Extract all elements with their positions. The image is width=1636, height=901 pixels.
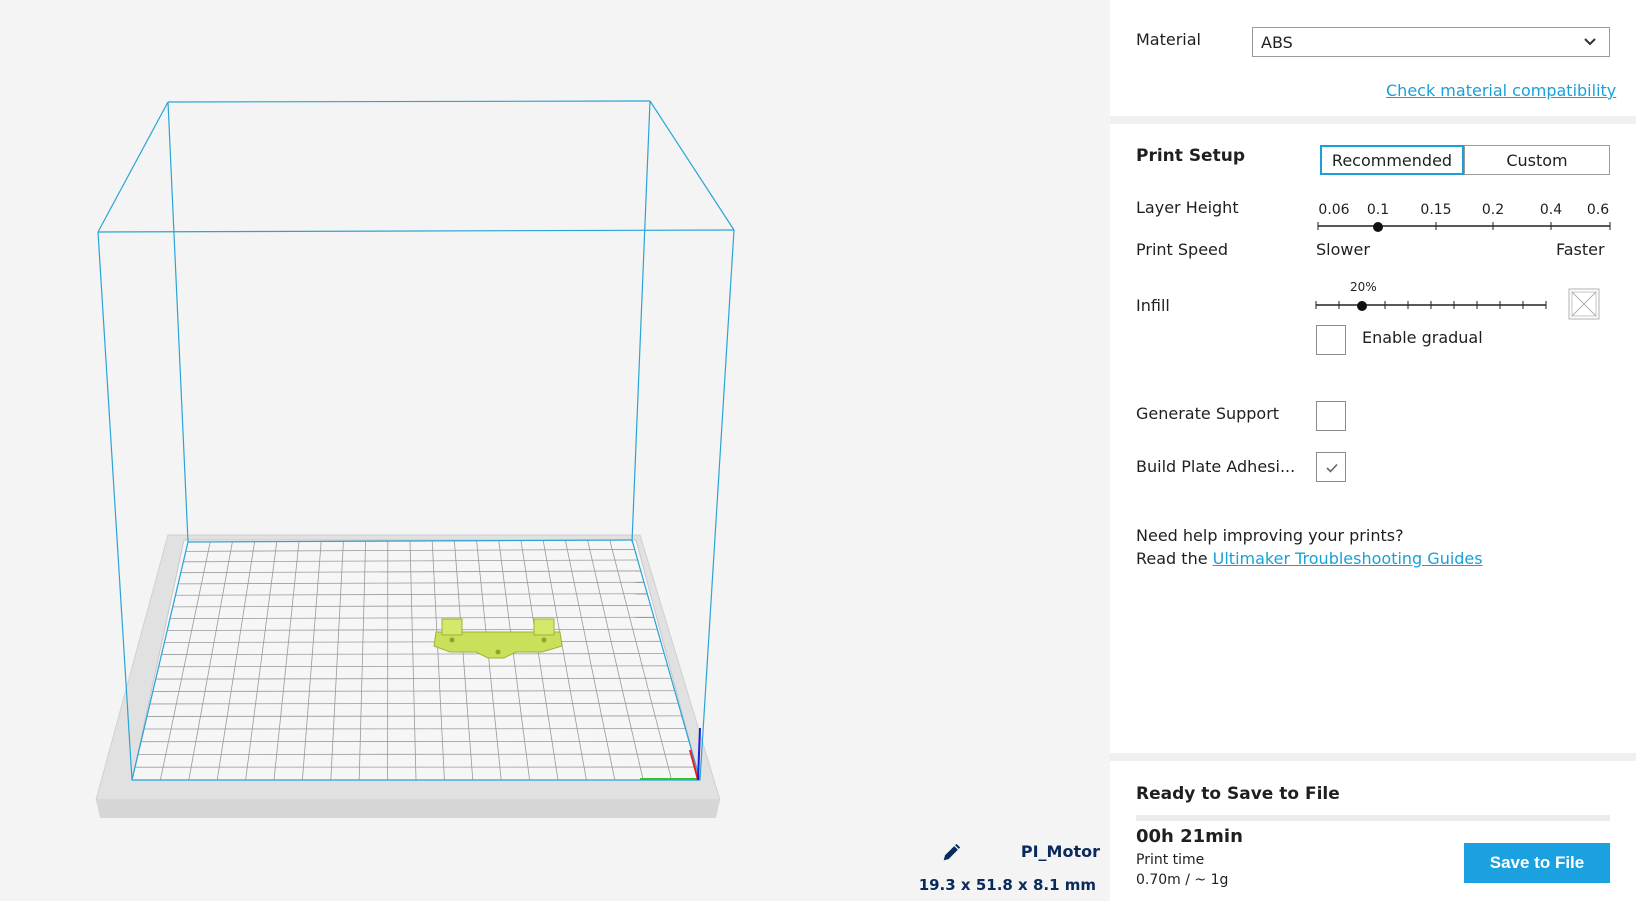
save-to-file-label: Save to File xyxy=(1489,853,1585,872)
chevron-down-icon xyxy=(1584,38,1596,46)
print-time-label: Print time xyxy=(1136,852,1205,868)
tab-custom[interactable]: Custom xyxy=(1464,145,1610,175)
check-icon xyxy=(1326,463,1338,473)
print-time-value: 00h 21min xyxy=(1136,826,1243,847)
print-speed-slower: Slower xyxy=(1316,240,1370,259)
tab-recommended-label: Recommended xyxy=(1331,150,1453,170)
build-plate-base-lip xyxy=(96,800,720,818)
troubleshooting-guides-link[interactable]: Ultimaker Troubleshooting Guides xyxy=(1213,549,1483,568)
model-dimensions: 19.3 x 51.8 x 8.1 mm xyxy=(918,876,1096,894)
layer-tick-label: 0.6 xyxy=(1586,202,1610,218)
infill-pattern-icon xyxy=(1568,288,1600,320)
help-read-prefix: Read the xyxy=(1136,549,1208,568)
output-status: Ready to Save to File xyxy=(1136,784,1340,804)
model-name: PI_Motor xyxy=(1020,842,1100,861)
check-material-compatibility-link[interactable]: Check material compatibility xyxy=(1386,81,1616,100)
layer-tick-label: 0.15 xyxy=(1420,202,1452,218)
help-text: Need help improving your prints? xyxy=(1136,526,1404,545)
layer-height-slider-handle[interactable] xyxy=(1373,222,1383,232)
save-to-file-button[interactable]: Save to File xyxy=(1464,843,1610,883)
material-usage: 0.70m / ~ 1g xyxy=(1136,872,1229,888)
print-speed-label: Print Speed xyxy=(1136,240,1229,259)
3d-viewport[interactable]: PI_Motor 19.3 x 51.8 x 8.1 mm xyxy=(0,0,1110,901)
layer-tick-label: 0.4 xyxy=(1539,202,1563,218)
infill-label: Infill xyxy=(1136,296,1170,315)
build-plate-surface xyxy=(131,539,701,781)
progress-track xyxy=(1136,815,1610,821)
print-setup-title: Print Setup xyxy=(1136,146,1245,166)
layer-tick-label: 0.2 xyxy=(1481,202,1505,218)
model-name-row: PI_Motor xyxy=(940,842,1100,861)
build-plate-adhesion-checkbox[interactable] xyxy=(1316,452,1346,482)
material-select[interactable]: ABS xyxy=(1252,27,1610,57)
layer-height-slider[interactable] xyxy=(1316,218,1614,234)
section-divider xyxy=(1110,753,1636,761)
infill-slider-handle[interactable] xyxy=(1357,301,1367,311)
enable-gradual-checkbox[interactable] xyxy=(1316,325,1346,355)
build-scene[interactable] xyxy=(0,0,1110,901)
material-select-value: ABS xyxy=(1261,33,1293,52)
material-label: Material xyxy=(1136,30,1201,49)
settings-sidebar xyxy=(1110,0,1636,901)
pencil-icon[interactable] xyxy=(940,842,962,864)
infill-value: 20% xyxy=(1350,280,1377,294)
generate-support-label: Generate Support xyxy=(1136,404,1280,423)
print-speed-faster: Faster xyxy=(1556,240,1605,259)
build-plate-adhesion-label: Build Plate Adhesi... xyxy=(1136,457,1296,476)
layer-height-label: Layer Height xyxy=(1136,198,1239,217)
help-text-read: Read the Ultimaker Troubleshooting Guide… xyxy=(1136,549,1483,568)
tab-custom-label: Custom xyxy=(1506,150,1568,170)
generate-support-checkbox[interactable] xyxy=(1316,401,1346,431)
section-divider xyxy=(1110,116,1636,124)
enable-gradual-label: Enable gradual xyxy=(1362,328,1483,347)
grid-line xyxy=(146,715,682,717)
tab-recommended[interactable]: Recommended xyxy=(1320,145,1464,175)
infill-slider[interactable] xyxy=(1314,297,1550,313)
layer-tick-label: 0.1 xyxy=(1366,202,1390,218)
layer-tick-label: 0.06 xyxy=(1318,202,1350,218)
